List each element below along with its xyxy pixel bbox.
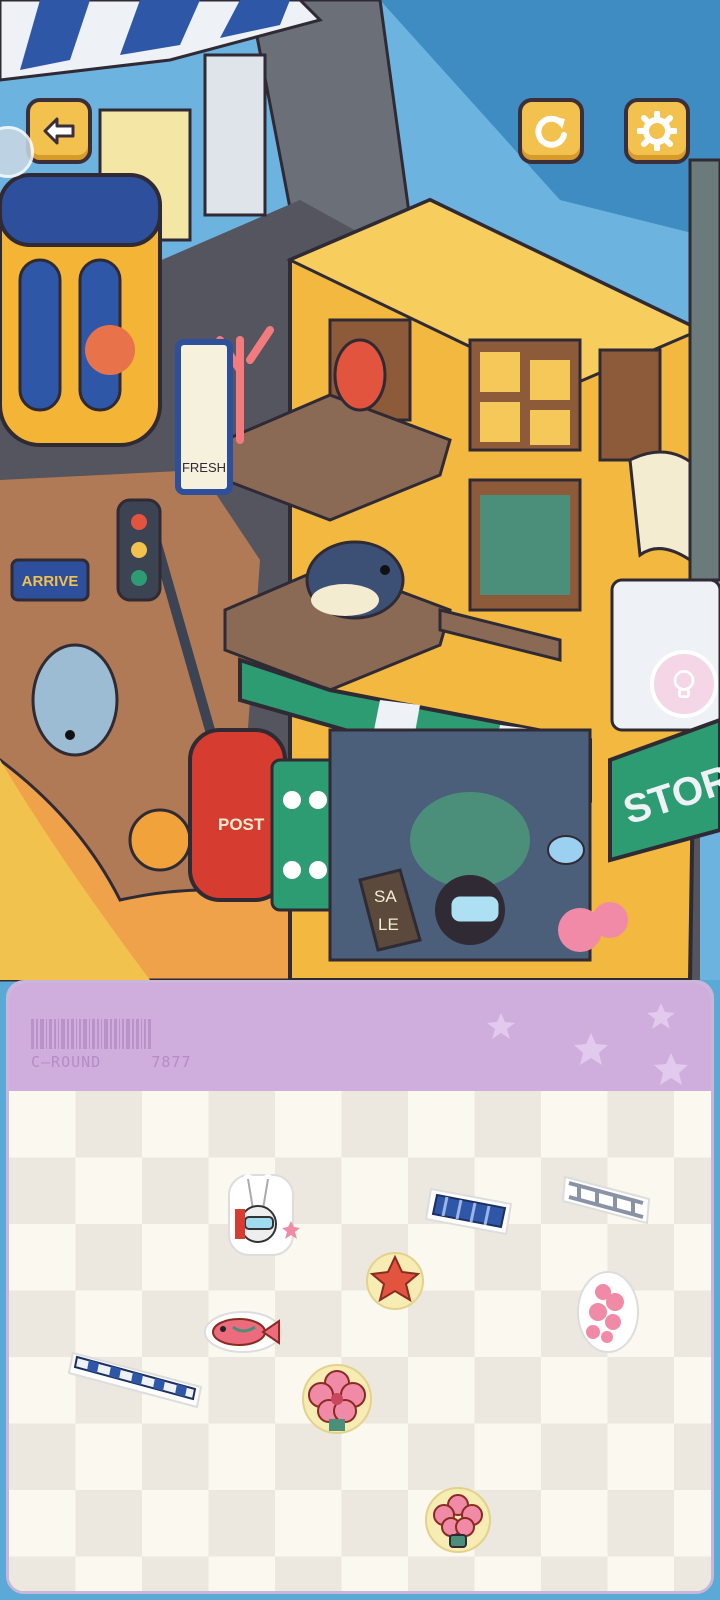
arrive-sign-text: ARRIVE — [22, 573, 79, 590]
star-decoration — [487, 1003, 688, 1085]
post-box-text: POST — [218, 815, 265, 834]
pink-flower-pot-sticker[interactable] — [423, 1485, 493, 1559]
barcode — [31, 1019, 191, 1049]
pink-fish-sticker[interactable] — [203, 1307, 288, 1361]
panel-header: C—ROUND 7877 — [9, 983, 711, 1091]
sale-sign-line1: SA — [374, 887, 397, 906]
back-button[interactable] — [26, 98, 92, 164]
striped-awning-sticker[interactable] — [67, 1343, 207, 1417]
bunny-diver-sticker[interactable] — [223, 1169, 303, 1263]
arrow-left-icon — [43, 117, 75, 145]
metal-railing-sticker[interactable] — [559, 1171, 654, 1235]
restart-icon — [535, 115, 567, 148]
item-panel: C—ROUND 7877 — [6, 980, 714, 1594]
sale-sign-line2: LE — [378, 915, 399, 934]
hint-button[interactable] — [650, 650, 718, 718]
lightbulb-icon — [673, 670, 695, 698]
round-label: C—ROUND 7877 — [31, 1053, 192, 1071]
blue-bench-sticker[interactable] — [421, 1179, 516, 1248]
pink-coral-sticker[interactable] — [573, 1267, 643, 1361]
settings-button[interactable] — [624, 98, 690, 164]
fresh-sign-text: FRESH — [182, 460, 226, 475]
item-grid — [9, 1091, 711, 1591]
pink-flower-sticker[interactable] — [299, 1361, 375, 1443]
restart-button[interactable] — [518, 98, 584, 164]
red-starfish-sticker[interactable] — [365, 1249, 425, 1317]
gear-icon — [637, 111, 677, 151]
